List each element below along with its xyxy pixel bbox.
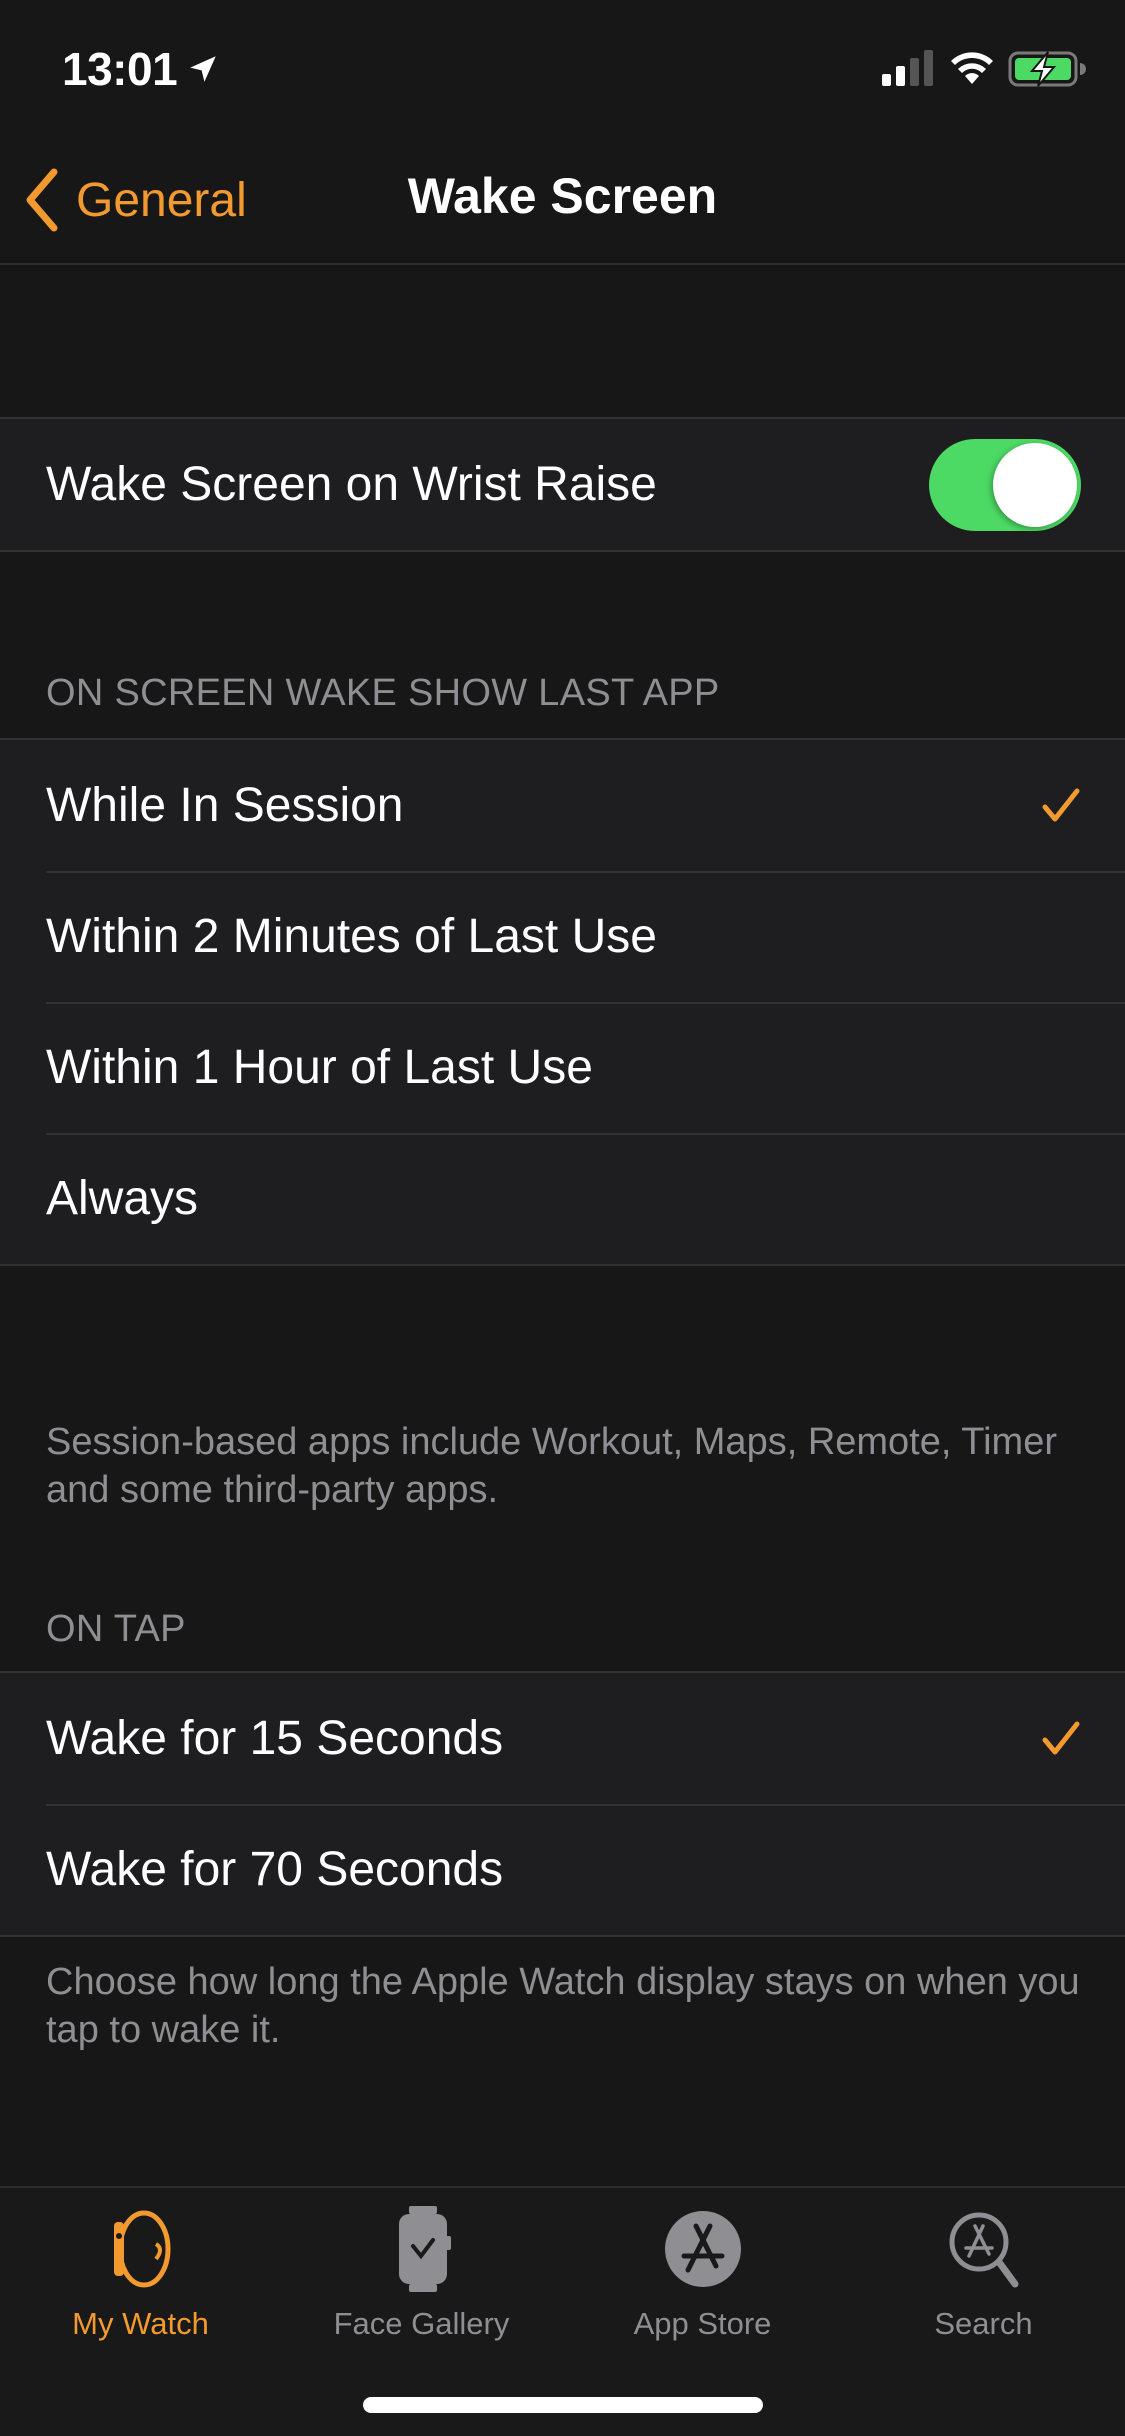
tab-search[interactable]: Search <box>843 2204 1124 2354</box>
show-last-app-group: While In Session Within 2 Minutes of Las… <box>0 738 1125 1266</box>
tab-face-gallery[interactable]: Face Gallery <box>281 2204 562 2354</box>
tab-label: Search <box>934 2306 1033 2341</box>
wake-screen-settings: 13:01 General Wake Screen Wake Screen on… <box>0 0 1125 2436</box>
option-label: Wake for 15 Seconds <box>46 1712 504 1765</box>
page-title: Wake Screen <box>407 168 718 224</box>
option-label: While In Session <box>46 779 404 832</box>
navigation-bar: General Wake Screen <box>0 135 1125 265</box>
tab-my-watch[interactable]: My Watch <box>0 2204 281 2354</box>
battery-charging-icon <box>1008 51 1086 87</box>
option-label: Within 1 Hour of Last Use <box>46 1041 593 1094</box>
option-row[interactable]: Always <box>0 1133 1125 1264</box>
tab-label: My Watch <box>72 2306 209 2341</box>
on-tap-footer: Choose how long the Apple Watch display … <box>46 1961 1080 2051</box>
wifi-icon <box>951 52 993 84</box>
cellular-signal-icon <box>882 50 933 86</box>
watch-face-icon <box>398 2206 451 2292</box>
show-last-app-footer: Session-based apps include Workout, Maps… <box>46 1421 1057 1511</box>
wrist-raise-toggle[interactable] <box>929 438 1081 531</box>
option-row[interactable]: Within 2 Minutes of Last Use <box>0 871 1125 1002</box>
tab-label: Face Gallery <box>333 2306 510 2341</box>
watch-side-icon <box>113 2210 170 2288</box>
option-row[interactable]: While In Session <box>0 740 1125 871</box>
tab-app-store[interactable]: App Store <box>562 2204 843 2354</box>
wrist-raise-label: Wake Screen on Wrist Raise <box>46 458 657 511</box>
toggle-knob <box>993 442 1077 527</box>
search-icon <box>949 2212 1018 2288</box>
on-tap-group: Wake for 15 Seconds Wake for 70 Seconds <box>0 1671 1125 1937</box>
option-label: Within 2 Minutes of Last Use <box>46 910 657 963</box>
option-label: Wake for 70 Seconds <box>46 1843 504 1896</box>
option-row[interactable]: Wake for 15 Seconds <box>0 1673 1125 1804</box>
wrist-raise-group: Wake Screen on Wrist Raise <box>0 417 1125 552</box>
show-last-app-header: ON SCREEN WAKE SHOW LAST APP <box>46 672 720 714</box>
status-bar: 13:01 <box>0 0 1125 135</box>
status-time: 13:01 <box>62 43 178 95</box>
option-row[interactable]: Within 1 Hour of Last Use <box>0 1002 1125 1133</box>
checkmark-icon <box>1042 1721 1080 1754</box>
option-row[interactable]: Wake for 70 Seconds <box>0 1804 1125 1935</box>
on-tap-header: ON TAP <box>46 1608 186 1650</box>
home-indicator[interactable] <box>363 2397 763 2413</box>
option-label: Always <box>46 1172 199 1225</box>
wrist-raise-row: Wake Screen on Wrist Raise <box>0 419 1125 550</box>
checkmark-icon <box>1042 788 1080 821</box>
location-arrow-icon <box>190 56 216 82</box>
app-store-icon <box>664 2211 741 2287</box>
tab-label: App Store <box>633 2306 772 2341</box>
